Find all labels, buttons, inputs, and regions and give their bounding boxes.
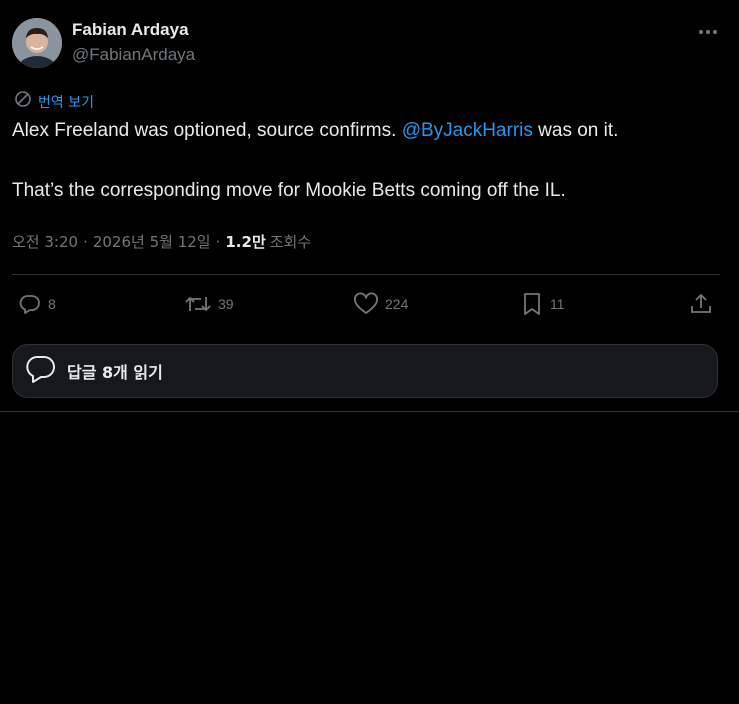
read-replies-label: 답글 8개 읽기	[67, 363, 163, 382]
tweet: Fabian Ardaya @FabianArdaya 번역 보기 Alex F…	[0, 0, 739, 412]
tweet-meta: 오전 3:20 · 2026년 5월 12일 · 1.2만 조회수	[12, 231, 312, 252]
views-label: 조회수	[269, 233, 312, 251]
views-count: 1.2만	[225, 233, 266, 251]
tweet-text: Alex Freeland was optioned, source confi…	[12, 119, 727, 203]
bookmark-icon	[520, 291, 544, 317]
tweet-line-2: That’s the corresponding move for Mookie…	[12, 180, 566, 201]
heart-icon	[353, 292, 379, 316]
tweet-line-1: Alex Freeland was optioned, source confi…	[12, 119, 727, 143]
translate-label: 번역 보기	[38, 94, 94, 111]
reply-count: 8	[48, 296, 56, 312]
share-button[interactable]	[688, 290, 714, 318]
share-icon	[688, 291, 714, 317]
like-button[interactable]: 224	[353, 290, 408, 318]
repost-count: 39	[218, 296, 234, 312]
repost-icon	[184, 292, 212, 316]
mention-link[interactable]: @ByJackHarris	[402, 120, 533, 141]
reply-button[interactable]: 8	[18, 290, 56, 318]
author-name[interactable]: Fabian Ardaya	[72, 20, 189, 40]
tweet-time[interactable]: 오전 3:20	[12, 231, 78, 252]
avatar[interactable]	[12, 18, 62, 68]
divider	[12, 274, 720, 275]
like-count: 224	[385, 296, 409, 312]
bookmark-count: 11	[550, 296, 565, 312]
reply-bubble-icon	[25, 353, 57, 390]
author-handle[interactable]: @FabianArdaya	[72, 45, 195, 65]
repost-button[interactable]: 39	[184, 290, 234, 318]
translate-link[interactable]: 번역 보기	[14, 90, 94, 113]
translate-icon	[14, 90, 32, 113]
tweet-text-part: Alex Freeland was optioned, source confi…	[12, 120, 402, 141]
reply-icon	[18, 292, 42, 316]
read-replies-button[interactable]: 답글 8개 읽기	[12, 344, 718, 398]
tweet-text-part: was on it.	[532, 120, 619, 141]
more-options-icon[interactable]	[696, 20, 720, 44]
tweet-date[interactable]: 2026년 5월 12일	[93, 231, 211, 252]
bookmark-button[interactable]: 11	[520, 290, 565, 318]
